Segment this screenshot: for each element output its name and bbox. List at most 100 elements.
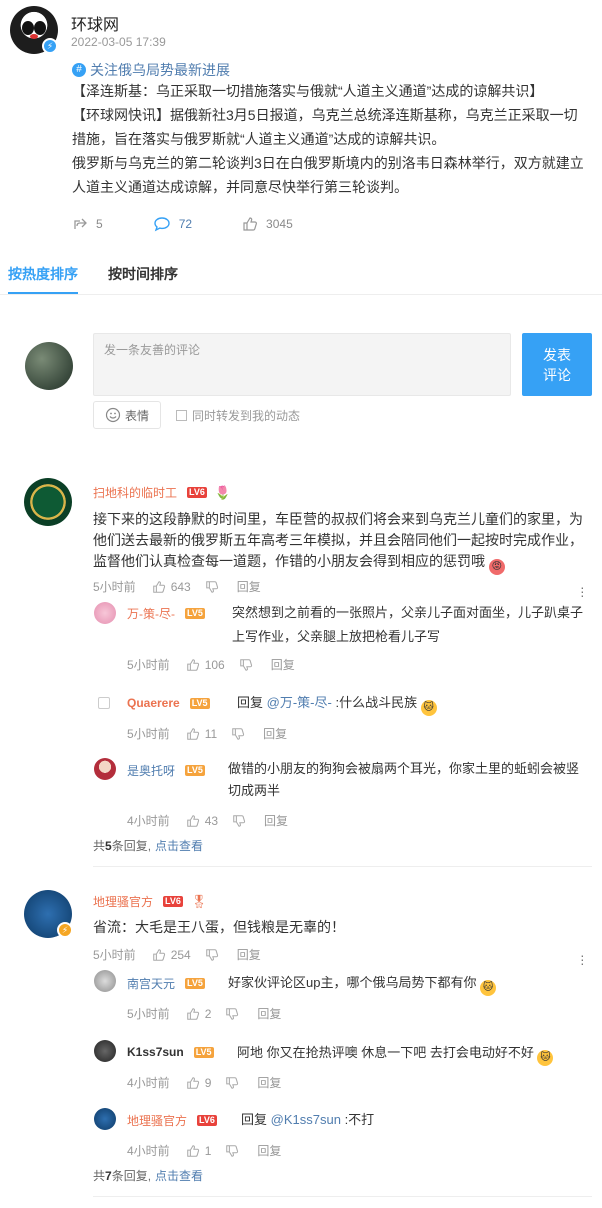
more-options-icon[interactable]: · · · (580, 948, 585, 970)
reply-button[interactable]: 回复 (264, 812, 288, 829)
comment-like-button[interactable]: 643 (152, 580, 191, 594)
post-header: ⚡ 环球网 2022-03-05 17:39 (10, 6, 590, 58)
submit-comment-button[interactable]: 发表 评论 (522, 333, 592, 396)
reply-button[interactable]: 回复 (257, 1074, 281, 1091)
reply-button[interactable]: 回复 (237, 946, 261, 963)
reply-meta: 5小时前 11 回复 (127, 725, 287, 742)
checkbox-box[interactable] (176, 410, 187, 421)
dislike-button[interactable] (205, 948, 219, 962)
commenter-avatar[interactable] (24, 478, 72, 526)
username-text: 万-策-尽- (127, 607, 175, 621)
reply-text: 回复 @K1ss7sun :不打 (241, 1109, 374, 1128)
reply-button[interactable]: 回复 (263, 725, 287, 742)
comment-time: 5小时前 (93, 948, 136, 962)
level-badge: LV5 (185, 978, 205, 989)
dislike-button[interactable] (205, 580, 219, 594)
thumb-up-icon (186, 727, 199, 740)
verified-badge-icon: ⚡ (42, 38, 58, 54)
reply-button[interactable]: 回复 (257, 1142, 281, 1159)
reply-avatar[interactable] (98, 697, 110, 709)
reply-avatar[interactable] (94, 970, 116, 992)
comment-input[interactable]: 发一条友善的评论 (93, 333, 511, 396)
comment-username[interactable]: 地理骚官方 LV6 🎖 (93, 893, 207, 910)
topic-link[interactable]: # 关注俄乌局势最新进展 (72, 60, 230, 80)
level-badge: LV5 (193, 1046, 214, 1058)
like-count: 9 (204, 1075, 212, 1090)
username-text: 是奥托呀 (127, 764, 176, 778)
reply-username[interactable]: 是奥托呀 LV5 (127, 762, 205, 779)
reply-avatar[interactable] (94, 1108, 116, 1130)
reply-like-button[interactable]: 2 (186, 1007, 211, 1021)
divider (93, 1196, 592, 1197)
dislike-button[interactable] (231, 727, 245, 741)
view-replies-link[interactable]: 点击查看 (155, 1169, 203, 1183)
reply-username[interactable]: 万-策-尽- LV5 (127, 605, 205, 622)
summary-prefix: 共 (93, 1169, 106, 1183)
cat-emoji-icon: 🐱 (480, 980, 497, 996)
dislike-button[interactable] (225, 1007, 239, 1021)
level-badge: LV6 (187, 487, 207, 498)
reply-body: 好家伙评论区up主，哪个俄乌局势下都有你 (228, 975, 477, 990)
comment-input-placeholder: 发一条友善的评论 (104, 343, 201, 357)
thumb-up-icon (186, 814, 199, 827)
emoji-button[interactable]: 表情 (93, 401, 161, 429)
summary-count: 5 (105, 839, 112, 853)
dislike-button[interactable] (232, 814, 246, 828)
thumb-down-icon (205, 948, 218, 961)
comment-username[interactable]: 扫地科的临时工 LV6 🌷 (93, 484, 231, 501)
reply-avatar[interactable] (94, 602, 116, 624)
summary-suffix: 条回复, (111, 839, 152, 853)
submit-label-line1: 发表 (543, 347, 571, 363)
comment-like-button[interactable]: 254 (152, 948, 191, 962)
thumb-down-icon (239, 658, 252, 671)
reply-time: 4小时前 (127, 1144, 170, 1158)
comment-meta: 5小时前 254 回复 (93, 946, 261, 963)
view-replies-link[interactable]: 点击查看 (155, 839, 203, 853)
reply-like-button[interactable]: 9 (186, 1075, 212, 1090)
topic-hash-icon: # (72, 63, 86, 77)
reply-like-button[interactable]: 43 (186, 814, 218, 828)
reply-avatar[interactable] (94, 1040, 116, 1062)
summary-prefix: 共 (93, 839, 106, 853)
like-button[interactable]: 3045 (242, 216, 293, 232)
like-count: 43 (204, 813, 219, 828)
repost-count: 5 (96, 217, 103, 231)
repost-button[interactable]: 5 (72, 216, 103, 232)
tab-sort-hot[interactable]: 按热度排序 (8, 264, 78, 294)
comment-text-body: 接下来的这段静默的时间里，车臣营的叔叔们将会来到乌克兰儿童们的家里，为他们送去最… (93, 511, 583, 569)
comment-meta: 5小时前 643 回复 (93, 578, 261, 595)
reply-username[interactable]: K1ss7sun LV5 (127, 1045, 214, 1059)
submit-label-line2: 评论 (543, 367, 571, 383)
level-badge: LV5 (189, 697, 210, 709)
reply-like-button[interactable]: 1 (186, 1144, 211, 1158)
repost-checkbox[interactable]: 同时转发到我的动态 (176, 407, 300, 424)
thumb-down-icon (205, 580, 218, 593)
dislike-button[interactable] (239, 658, 253, 672)
reply-username[interactable]: 地理骚官方 LV6 (127, 1112, 217, 1129)
reply-button[interactable]: 回复 (271, 656, 295, 673)
repost-label: 同时转发到我的动态 (192, 409, 301, 423)
comment-button[interactable]: 72 (153, 216, 192, 232)
reply-avatar[interactable] (94, 758, 116, 780)
reply-username[interactable]: 南宫天元 LV5 (127, 975, 205, 992)
reply-like-button[interactable]: 11 (186, 727, 217, 741)
reply-text: 阿地 你又在抢热评噢 休息一下吧 去打会电动好不好 🐱 (237, 1042, 554, 1066)
level-badge: LV6 (163, 896, 183, 907)
level-badge: LV5 (185, 608, 205, 619)
verified-badge-icon: ⚡ (57, 922, 73, 938)
reply-meta: 4小时前 1 回复 (127, 1142, 281, 1159)
mention-link[interactable]: @K1ss7sun (271, 1112, 341, 1127)
reply-button[interactable]: 回复 (257, 1005, 281, 1022)
dislike-button[interactable] (225, 1144, 239, 1158)
mention-link[interactable]: @万-策-尽- (267, 695, 332, 710)
reply-button[interactable]: 回复 (237, 578, 261, 595)
reply-like-button[interactable]: 106 (186, 658, 225, 672)
post-author-name[interactable]: 环球网 (71, 11, 119, 35)
reply-username[interactable]: Quaerere LV5 (127, 696, 210, 710)
username-text: 南宫天元 (127, 977, 176, 991)
reply-prefix: 回复 (237, 695, 264, 710)
tab-sort-time[interactable]: 按时间排序 (108, 264, 178, 294)
dislike-button[interactable] (225, 1076, 239, 1090)
more-options-icon[interactable]: · · · (580, 580, 585, 602)
topic-label: 关注俄乌局势最新进展 (90, 62, 230, 78)
